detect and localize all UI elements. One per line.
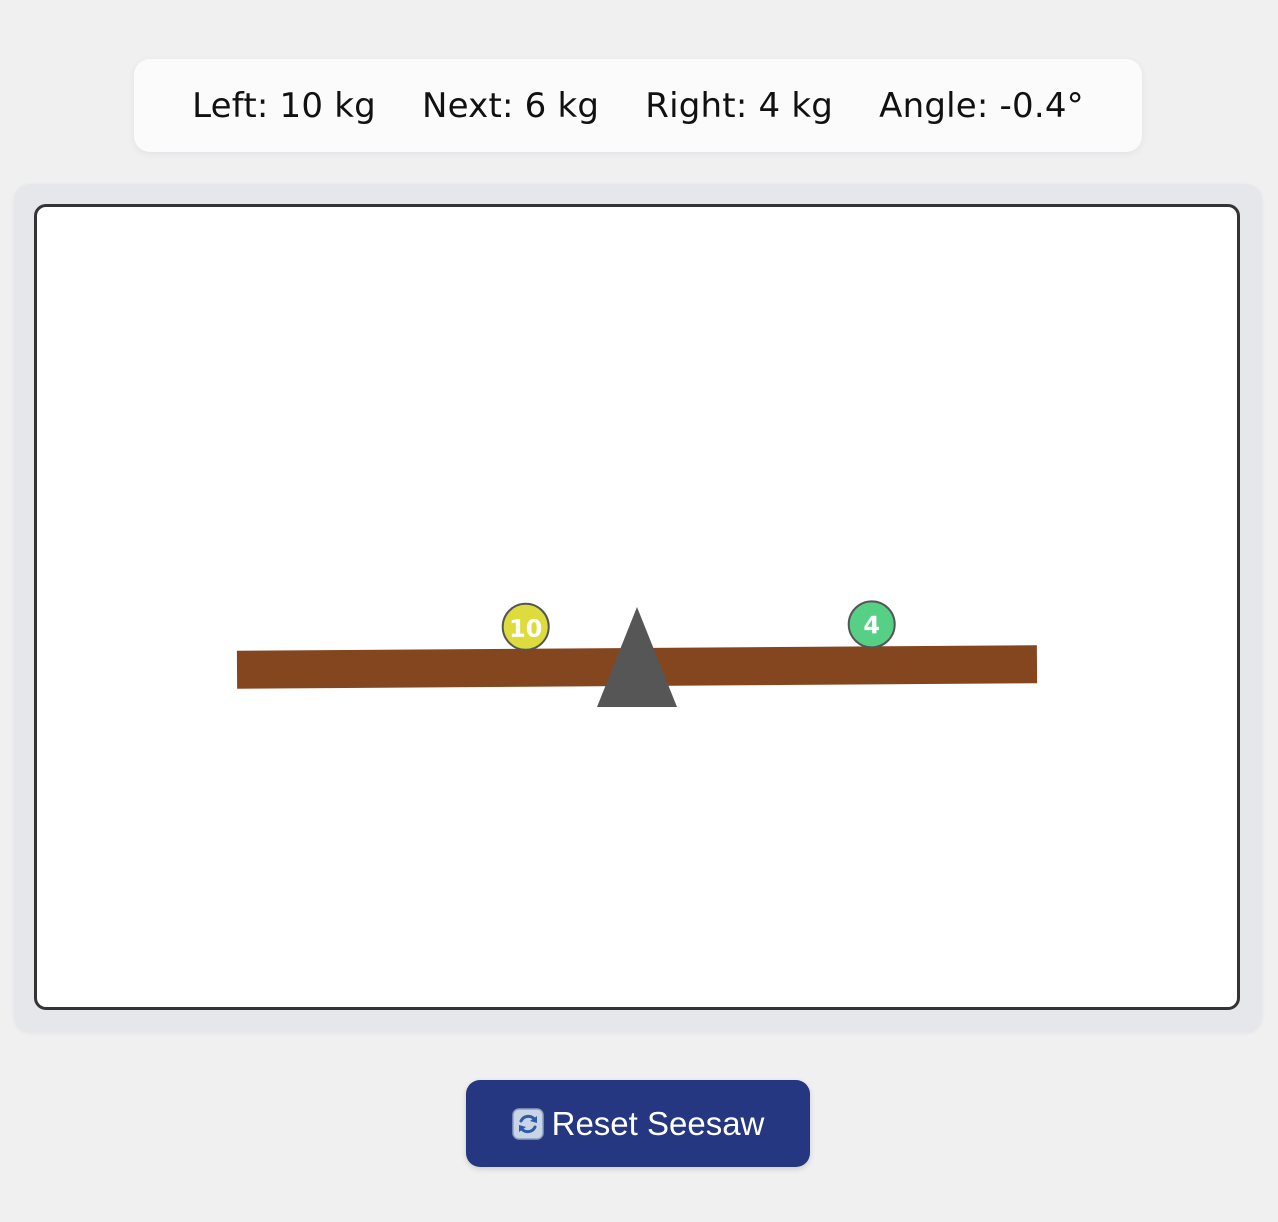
seesaw-stage-frame: 10 4	[14, 184, 1262, 1032]
refresh-icon	[511, 1107, 544, 1140]
weight-right-label: 4	[863, 611, 880, 639]
reset-button-label: Reset Seesaw	[551, 1104, 765, 1142]
stats-bar: Left: 10 kg Next: 6 kg Right: 4 kg Angle…	[134, 59, 1142, 152]
next-weight-stat: Next: 6 kg	[422, 85, 600, 126]
seesaw-scene: 10 4	[236, 600, 1038, 707]
right-weight-stat: Right: 4 kg	[645, 85, 834, 126]
weight-right: 4	[847, 600, 896, 649]
weight-left-label: 10	[509, 615, 543, 643]
weight-left: 10	[501, 602, 550, 651]
angle-stat: Angle: -0.4°	[879, 85, 1084, 126]
left-weight-stat: Left: 10 kg	[192, 85, 376, 126]
reset-seesaw-button[interactable]: Reset Seesaw	[466, 1080, 810, 1167]
seesaw-canvas[interactable]: 10 4	[34, 204, 1240, 1010]
